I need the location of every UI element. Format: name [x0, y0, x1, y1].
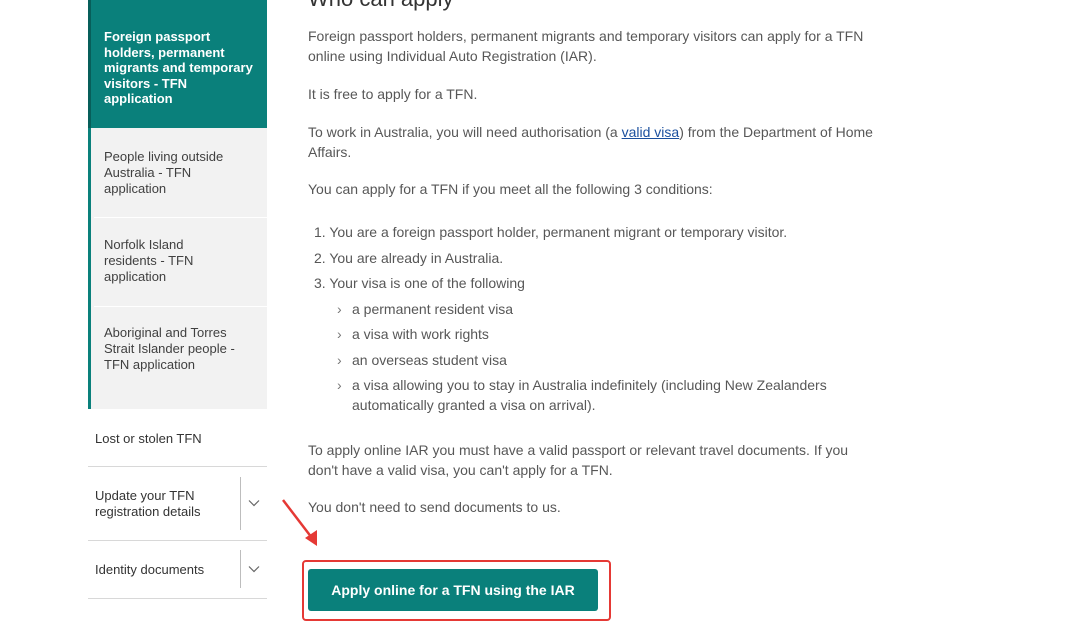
list-item: 3. Your visa is one of the following: [314, 275, 525, 291]
divider: [240, 477, 241, 530]
conditions-intro: You can apply for a TFN if you meet all …: [308, 181, 713, 197]
sidebar-item-label: Identity documents: [95, 562, 205, 577]
chevron-right-icon: ›: [337, 352, 342, 368]
list-item: 2. You are already in Australia.: [314, 250, 504, 266]
sidebar-item-outside-australia[interactable]: People living outside Australia - TFN ap…: [88, 128, 267, 217]
intro-paragraph: Foreign passport holders, permanent migr…: [308, 28, 864, 64]
sidebar-item-label: People living outside Australia - TFN ap…: [104, 149, 224, 196]
section-heading: Who can apply: [308, 0, 454, 10]
sidebar-item-label: Aboriginal and Torres Strait Islander pe…: [104, 325, 235, 372]
sidebar-item-aboriginal-torres-strait[interactable]: Aboriginal and Torres Strait Islander pe…: [88, 306, 267, 409]
active-indicator: [88, 0, 91, 128]
chevron-down-icon[interactable]: [248, 565, 260, 573]
passport-paragraph: To apply online IAR you must have a vali…: [308, 442, 849, 478]
sidebar-item-label: Foreign passport holders, permanent migr…: [104, 29, 253, 106]
chevron-right-icon: ›: [337, 377, 342, 393]
sidebar-item-identity-documents[interactable]: Identity documents: [88, 541, 267, 599]
sidebar-nav: Foreign passport holders, permanent migr…: [88, 0, 267, 632]
sidebar-item-norfolk-island[interactable]: Norfolk Island residents - TFN applicati…: [88, 217, 267, 306]
apply-online-iar-button[interactable]: Apply online for a TFN using the IAR: [308, 569, 598, 611]
valid-visa-link[interactable]: valid visa: [622, 124, 680, 140]
sidebar-item-label: Update your TFN registration details: [95, 488, 201, 519]
work-authorisation-paragraph: To work in Australia, you will need auth…: [308, 124, 873, 160]
chevron-right-icon: ›: [337, 301, 342, 317]
sidebar-item-update-tfn-details[interactable]: Update your TFN registration details: [88, 467, 267, 541]
sidebar-item-foreign-passport-active[interactable]: Foreign passport holders, permanent migr…: [88, 0, 267, 128]
no-documents-paragraph: You don't need to send documents to us.: [308, 499, 561, 515]
free-paragraph: It is free to apply for a TFN.: [308, 86, 478, 102]
chevron-right-icon: ›: [337, 326, 342, 342]
sidebar-item-label: Norfolk Island residents - TFN applicati…: [104, 237, 194, 284]
sidebar-item-lost-stolen-tfn[interactable]: Lost or stolen TFN: [88, 409, 267, 467]
sidebar-item-label: Lost or stolen TFN: [95, 431, 202, 446]
chevron-down-icon[interactable]: [248, 499, 260, 507]
divider: [240, 550, 241, 588]
list-item: 1. You are a foreign passport holder, pe…: [314, 224, 788, 240]
annotation-arrow-icon: [282, 499, 317, 546]
